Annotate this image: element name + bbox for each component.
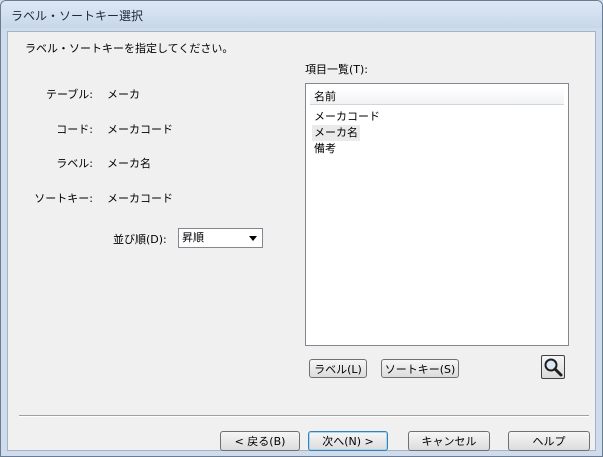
list-item[interactable]: メーカ名	[312, 125, 360, 141]
set-sortkey-button[interactable]: ソートキー(S)	[381, 359, 459, 378]
window-title: ラベル・ソートキー選択	[11, 9, 144, 23]
list-item[interactable]: 備考	[312, 141, 338, 157]
back-button[interactable]: < 戻る(B)	[220, 431, 300, 451]
search-button[interactable]	[541, 355, 565, 379]
field-value-label: メーカ名	[107, 157, 151, 170]
field-value-code: メーカコード	[107, 123, 173, 136]
instruction-text: ラベル・ソートキーを指定してください。	[25, 42, 234, 55]
chevron-down-icon	[249, 236, 257, 241]
magnifier-icon	[544, 358, 563, 377]
sort-order-select[interactable]: 昇順	[178, 228, 263, 248]
items-listbox[interactable]: 名前 メーカコード メーカ名 備考	[305, 83, 569, 346]
title-bar[interactable]: ラベル・ソートキー選択	[1, 1, 602, 28]
field-value-table: メーカ	[107, 88, 140, 101]
dialog-window: ラベル・ソートキー選択 ラベル・ソートキーを指定してください。 テーブル: メー…	[0, 0, 603, 457]
sort-order-label: 並び順(D):	[113, 233, 167, 246]
next-button[interactable]: 次へ(N) >	[308, 431, 388, 451]
field-label-code: コード:	[56, 123, 93, 136]
footer-divider	[19, 415, 589, 417]
column-header-name[interactable]: 名前	[310, 88, 564, 105]
list-item[interactable]: メーカコード	[312, 109, 382, 125]
sort-order-value: 昇順	[182, 231, 204, 244]
set-label-button[interactable]: ラベル(L)	[309, 359, 367, 378]
cancel-button[interactable]: キャンセル	[408, 431, 490, 451]
items-list-label: 項目一覧(T):	[305, 63, 369, 76]
field-value-sortkey: メーカコード	[107, 192, 173, 205]
field-label-sortkey: ソートキー:	[34, 192, 93, 205]
field-label-table: テーブル:	[45, 88, 93, 101]
help-button[interactable]: ヘルプ	[508, 431, 590, 451]
field-label-label: ラベル:	[56, 157, 93, 170]
